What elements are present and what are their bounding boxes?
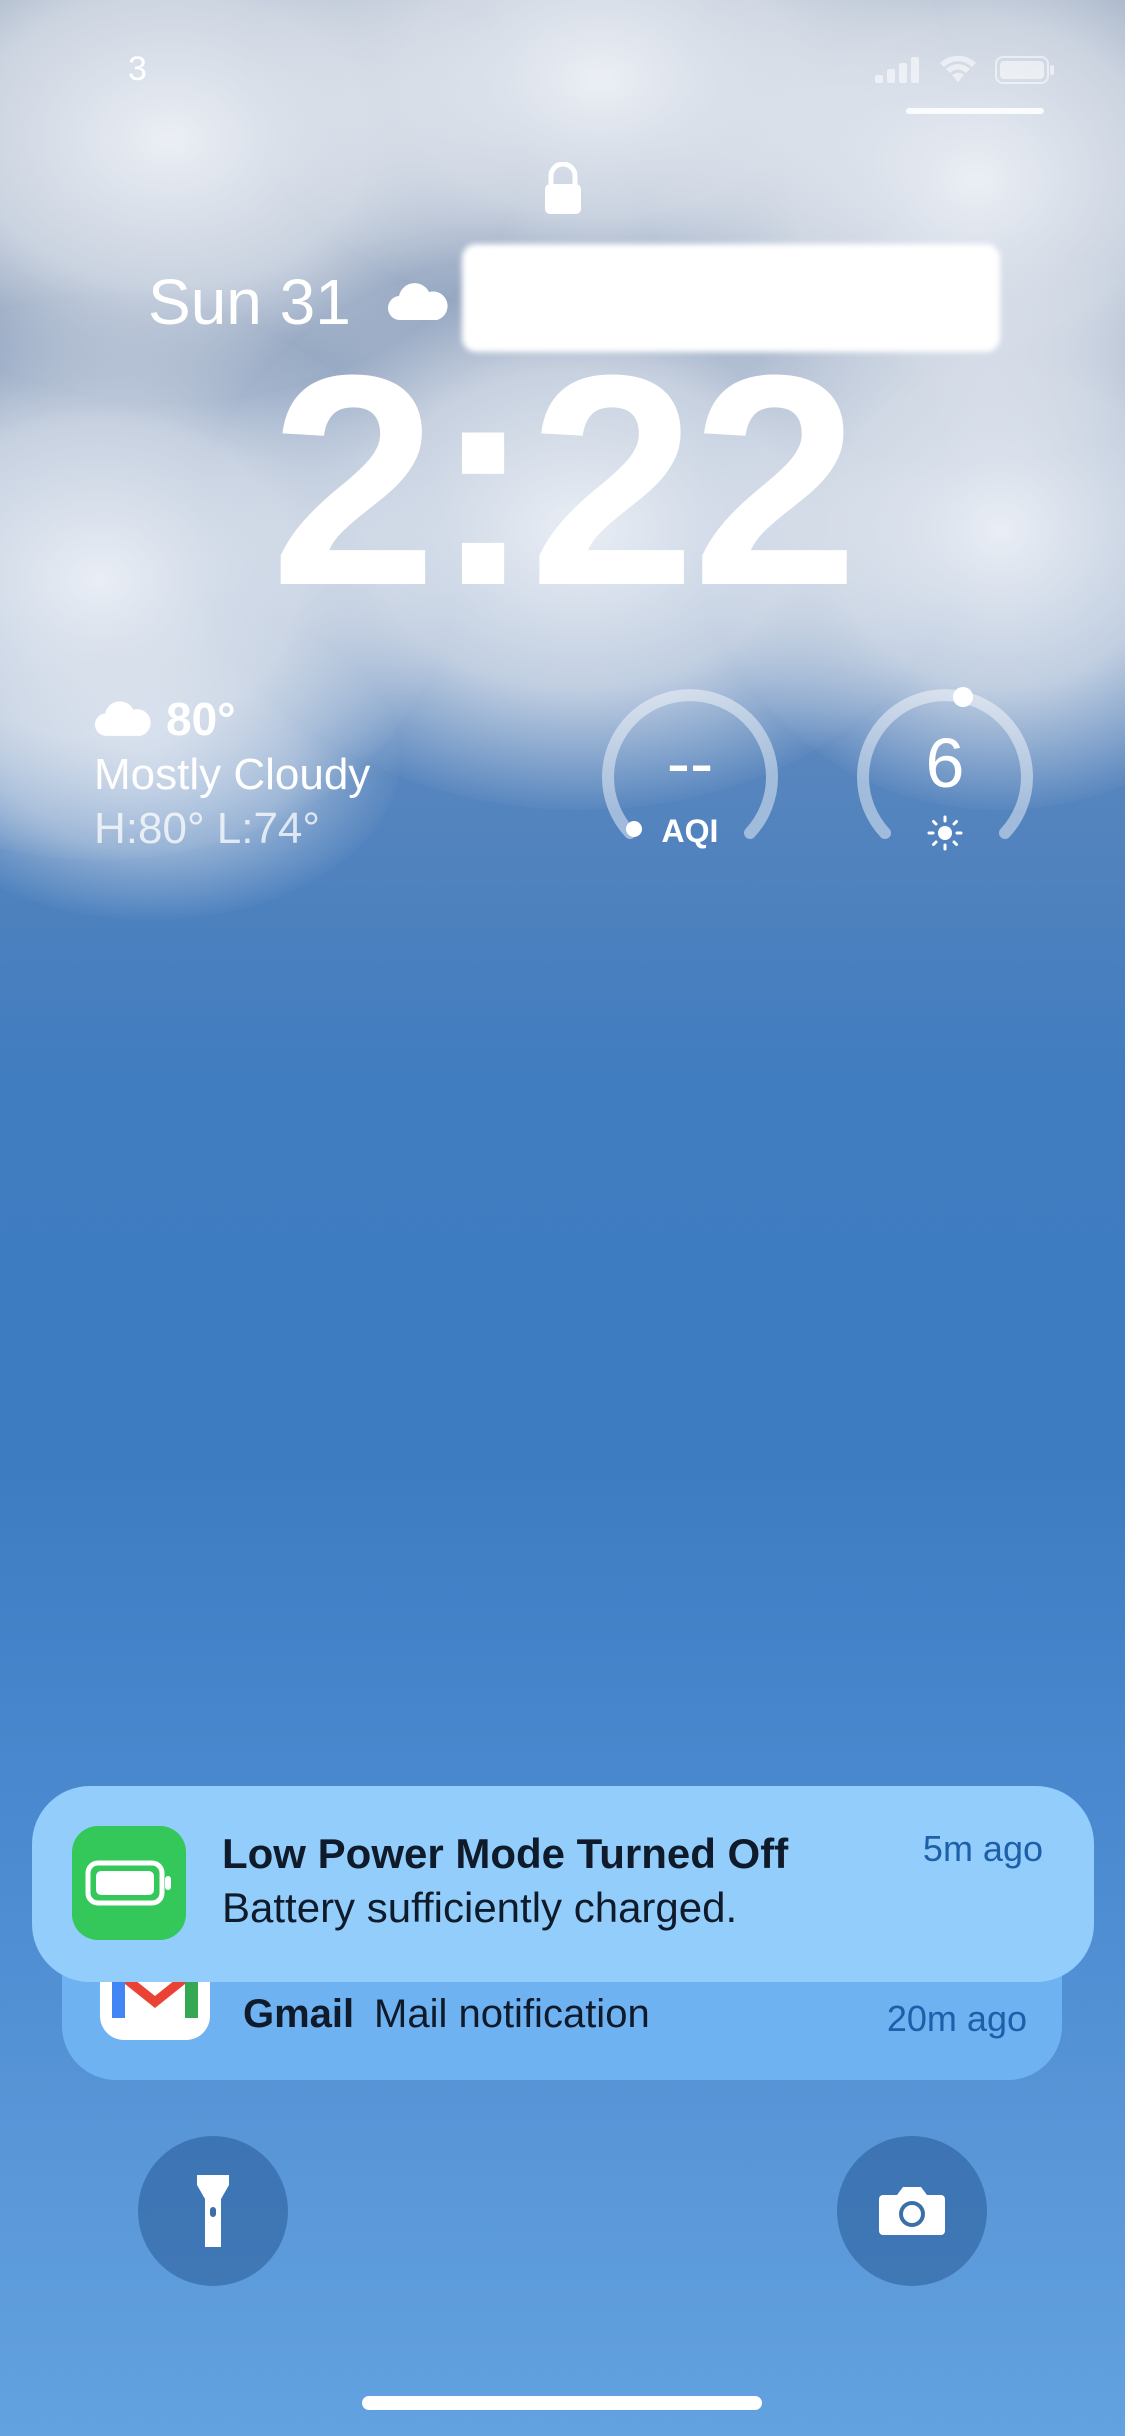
gmail-message: Mail notification [374, 1992, 650, 2036]
notification-title: Low Power Mode Turned Off [222, 1830, 789, 1877]
control-center-indicator[interactable] [906, 108, 1044, 114]
gmail-app-name: Gmail [243, 1992, 355, 2036]
flashlight-button[interactable] [138, 2136, 288, 2286]
sun-icon [927, 815, 963, 851]
cloud-icon [94, 701, 151, 736]
lock-icon [545, 162, 581, 214]
uv-index-widget[interactable]: 6 [855, 685, 1035, 865]
status-carrier-text: 3 [128, 50, 147, 88]
home-indicator[interactable] [362, 2396, 762, 2410]
weather-widget[interactable]: 80° Mostly Cloudy H:80° L:74° [94, 692, 370, 854]
high-low: H:80° L:74° [94, 804, 320, 853]
gmail-time: 20m ago [886, 1998, 1027, 2039]
clock-time: 2:22 [270, 312, 858, 648]
temperature: 80° [166, 693, 236, 745]
signal-icon [875, 57, 919, 83]
battery-icon [72, 1826, 186, 1940]
temperature-row: 80° [94, 692, 370, 746]
uv-value: 6 [925, 724, 965, 802]
camera-button[interactable] [837, 2136, 987, 2286]
wifi-icon [940, 56, 976, 82]
notification-time: 5m ago [922, 1828, 1043, 1869]
notification-body: Battery sufficiently charged. [222, 1884, 738, 1931]
status-icons [875, 56, 1055, 84]
battery-status-icon [995, 56, 1054, 84]
aqi-value: -- [666, 724, 714, 802]
flashlight-icon [197, 2175, 229, 2247]
camera-icon [879, 2187, 945, 2235]
aqi-label: AQI [661, 813, 719, 849]
gmail-icon [100, 1972, 210, 2040]
aqi-widget[interactable]: -- AQI [600, 685, 780, 865]
weather-condition: Mostly Cloudy [94, 750, 371, 799]
